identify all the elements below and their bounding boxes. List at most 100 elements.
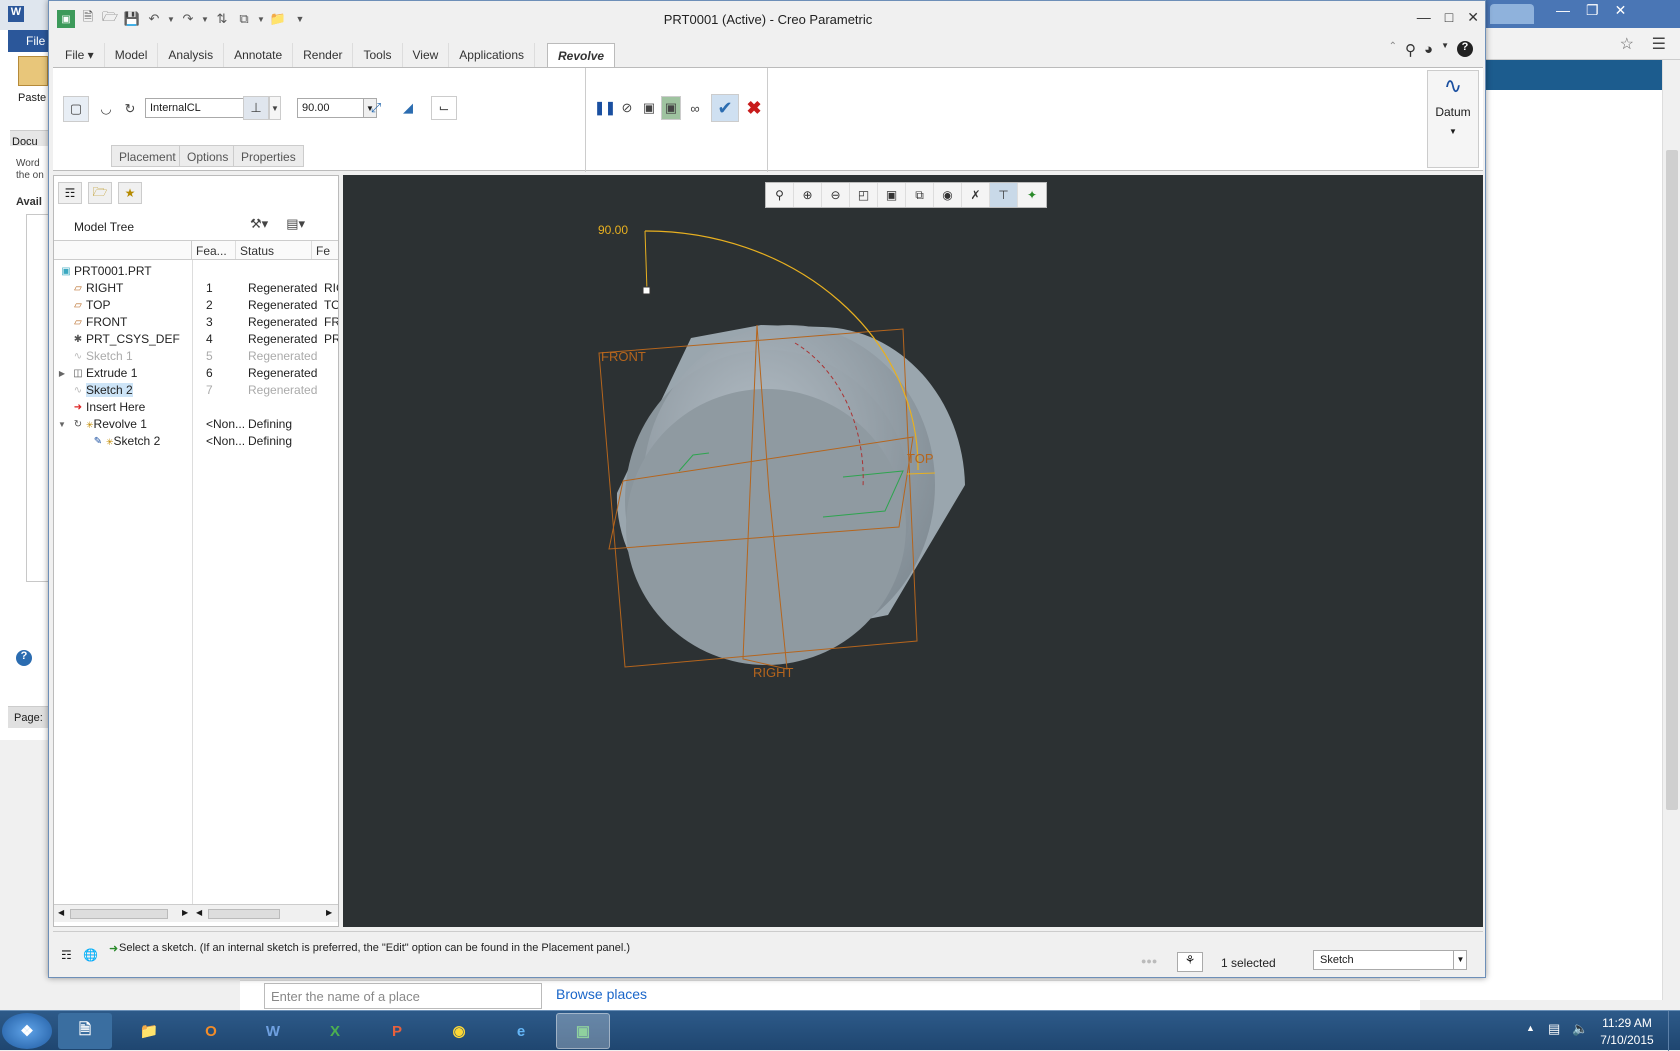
flip-angle-icon[interactable]: ⤢ (365, 96, 387, 120)
help-circle-icon[interactable]: ? (16, 650, 32, 666)
taskbar-app-outlook-icon[interactable]: O (184, 1013, 238, 1049)
placement-panel-tab[interactable]: Placement (111, 145, 184, 167)
cylinder-body[interactable] (616, 325, 965, 665)
clock-date[interactable]: 7/10/2015 (1592, 1033, 1662, 1047)
properties-panel-tab[interactable]: Properties (233, 145, 304, 167)
minimize-icon[interactable]: — (1556, 2, 1570, 19)
restore-icon[interactable]: ❐ (1586, 2, 1599, 19)
close-icon[interactable]: ✕ (1615, 2, 1627, 19)
model-tree-tab-icon[interactable]: ☶ (58, 182, 82, 204)
datum-dropdown-icon[interactable]: ▼ (1428, 127, 1478, 136)
clock-time[interactable]: 11:29 AM (1592, 1016, 1662, 1030)
scroll-left-icon[interactable]: ◀ (58, 908, 64, 917)
taskbar-app-powerpoint-icon[interactable]: P (370, 1013, 424, 1049)
bookmark-star-icon[interactable]: ☆ (1620, 34, 1634, 54)
selection-count[interactable]: 1 selected (1221, 956, 1276, 970)
maximize-icon[interactable]: □ (1445, 9, 1453, 26)
tree-row-extrude1[interactable]: ▶ ◫ Extrude 1 6 Regenerated (54, 364, 338, 382)
status-column-header[interactable]: Status (236, 241, 312, 259)
tree-row-sketch2-child[interactable]: ✎ ✳Sketch 2 <Non... Defining (54, 432, 338, 450)
tab-analysis[interactable]: Analysis (158, 43, 225, 67)
browse-places-link[interactable]: Browse places (556, 986, 647, 1002)
feat-column-header[interactable]: Fea... (192, 241, 236, 259)
tree-row-front[interactable]: ▱ FRONT 3 Regenerated FR (54, 313, 338, 331)
help-icon[interactable]: ? (1457, 41, 1473, 57)
minimize-icon[interactable]: — (1417, 9, 1431, 26)
browser-tab[interactable] (1490, 4, 1534, 24)
taskbar-app-creo-icon[interactable]: ▣ (556, 1013, 610, 1049)
drag-handle[interactable] (642, 286, 651, 295)
tab-applications[interactable]: Applications (449, 43, 536, 67)
solid-icon[interactable]: ▢ (63, 96, 89, 122)
model-viewport[interactable] (343, 175, 1483, 927)
place-search-input[interactable]: Enter the name of a place (264, 983, 542, 1009)
pause-icon[interactable]: ❚❚ (594, 96, 616, 120)
show-desktop-button[interactable] (1668, 1011, 1680, 1051)
surface-icon[interactable]: ◡ (95, 98, 117, 120)
collapse-arrow-icon[interactable]: ▼ (54, 420, 70, 429)
paste-icon[interactable] (18, 56, 48, 86)
tree-row-top[interactable]: ▱ TOP 2 Regenerated TO (54, 296, 338, 314)
taskbar-app-chrome-icon[interactable]: ◉ (432, 1013, 486, 1049)
fe-column-header[interactable]: Fe (312, 241, 338, 259)
preview-icon[interactable]: ▣ (639, 96, 659, 120)
datum-group[interactable]: ∿ Datum ▼ (1427, 70, 1479, 168)
tray-network-icon[interactable]: ▤ (1548, 1021, 1560, 1037)
angle-type-icon[interactable]: ⊥ (243, 96, 269, 120)
tree-row-right[interactable]: ▱ RIGHT 1 Regenerated RIG (54, 279, 338, 297)
tree-row-insert-here[interactable]: ➜ Insert Here (54, 398, 338, 416)
tab-view[interactable]: View (403, 43, 450, 67)
close-icon[interactable]: ✕ (1467, 9, 1479, 26)
tree-settings-icon[interactable]: ⚒▾ (250, 216, 268, 232)
glasses-icon[interactable]: ∞ (683, 96, 707, 120)
filter-dropdown-icon[interactable]: ▼ (1453, 950, 1467, 970)
angle-type-dropdown-icon[interactable]: ▼ (269, 96, 281, 120)
remove-material-icon[interactable]: ◢ (397, 96, 419, 120)
menu-icon[interactable]: ☰ (1652, 34, 1666, 54)
community-icon[interactable]: ◕ (1424, 41, 1433, 59)
taskbar-app-ie-icon[interactable]: e (494, 1013, 548, 1049)
browser-toggle-icon[interactable]: 🌐 (83, 948, 98, 962)
expand-arrow-icon[interactable]: ▶ (54, 369, 70, 378)
tab-tools[interactable]: Tools (353, 43, 403, 67)
browser-scrollbar[interactable] (1662, 60, 1680, 1000)
angle-dimension-label[interactable]: 90.00 (598, 223, 628, 237)
taskbar-app-explorer-icon[interactable]: 🗎 (58, 1013, 112, 1049)
collapse-ribbon-icon[interactable]: ⌃ (1389, 41, 1397, 59)
ok-check-icon[interactable]: ✔ (711, 94, 739, 122)
favorites-tab-icon[interactable]: ★ (118, 182, 142, 204)
tree-row-csys[interactable]: ✱ PRT_CSYS_DEF 4 Regenerated PR (54, 330, 338, 348)
tray-volume-icon[interactable]: 🔈 (1572, 1021, 1588, 1037)
tree-row-part[interactable]: ▣ PRT0001.PRT (54, 262, 338, 280)
taskbar-app-word-icon[interactable]: W (246, 1013, 300, 1049)
angle-value-field[interactable]: 90.00 (297, 98, 373, 118)
tree-display-icon[interactable]: ▤▾ (286, 216, 305, 232)
tree-row-sketch1[interactable]: ∿ Sketch 1 5 Regenerated (54, 347, 338, 365)
tab-file[interactable]: File ▾ (55, 43, 105, 67)
tree-row-revolve1[interactable]: ▼ ↻ ✳Revolve 1 <Non... Defining (54, 415, 338, 433)
tray-expand-icon[interactable]: ▲ (1526, 1023, 1535, 1033)
thicken-icon[interactable]: ⌙ (431, 96, 457, 120)
scroll-left-icon[interactable]: ◀ (196, 908, 202, 917)
find-binoculars-icon[interactable]: ⚘ (1177, 952, 1203, 972)
graphics-window[interactable]: ⚲ ⊕ ⊖ ◰ ▣ ⧉ ◉ ✗ ⊤ ✦ 90.00 FRONT TOP RIGH… (343, 175, 1483, 927)
verify-mode-icon[interactable]: ▣ (661, 96, 681, 120)
tab-annotate[interactable]: Annotate (224, 43, 294, 67)
axis-reference-field[interactable]: InternalCL (145, 98, 249, 118)
taskbar-app-excel-icon[interactable]: X (308, 1013, 362, 1049)
community-dropdown-icon[interactable]: ▼ (1441, 41, 1449, 59)
search-icon[interactable]: ⚲ (1405, 41, 1416, 59)
tree-row-sketch2[interactable]: ∿ Sketch 2 7 Regenerated (54, 381, 338, 399)
axis-revolve-icon[interactable]: ↻ (119, 98, 141, 120)
scroll-right-icon[interactable]: ▶ (182, 908, 188, 917)
tab-render[interactable]: Render (293, 43, 354, 67)
options-panel-tab[interactable]: Options (179, 145, 237, 167)
tab-revolve[interactable]: Revolve (547, 43, 616, 67)
selection-filter[interactable]: Sketch (1313, 950, 1467, 970)
cancel-x-icon[interactable]: ✖ (743, 96, 765, 120)
scroll-right-icon[interactable]: ▶ (326, 908, 332, 917)
tree-toggle-icon[interactable]: ☶ (61, 948, 72, 962)
name-column-header[interactable] (54, 241, 192, 259)
start-button-icon[interactable]: ❖ (2, 1013, 52, 1049)
taskbar-app-folder-icon[interactable]: 📁 (122, 1013, 176, 1049)
